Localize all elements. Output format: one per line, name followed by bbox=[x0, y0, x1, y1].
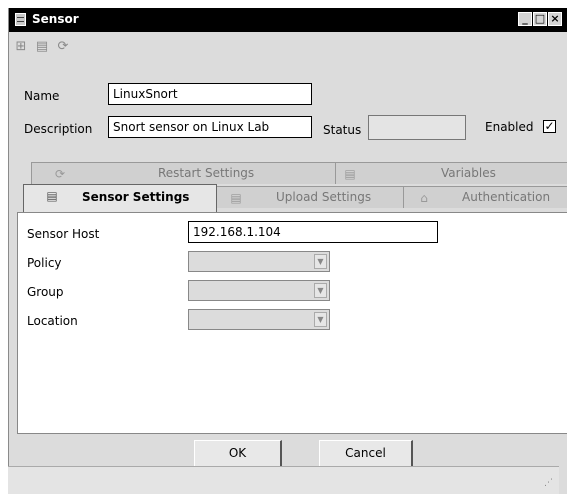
maximize-button[interactable]: □ bbox=[533, 12, 547, 26]
title-bar[interactable]: Sensor _ □ × bbox=[9, 8, 567, 32]
database-icon: ▤ bbox=[46, 189, 58, 203]
resize-grip-icon[interactable]: ⋰ bbox=[544, 479, 553, 488]
tab-label: Restart Settings bbox=[158, 166, 255, 180]
tab-authentication[interactable]: ⌂ Authentication bbox=[403, 186, 567, 208]
refresh-icon: ⟳ bbox=[54, 167, 66, 181]
enabled-checkbox[interactable]: ✓ bbox=[543, 120, 556, 133]
policy-select[interactable]: ▼ bbox=[188, 251, 330, 272]
link-sensor-icon[interactable]: ⊞ bbox=[14, 40, 28, 53]
location-label: Location bbox=[27, 314, 78, 328]
status-bar: ⋰ bbox=[8, 466, 559, 494]
name-field[interactable]: LinuxSnort bbox=[108, 83, 312, 105]
tab-sensor-settings[interactable]: ▤ Sensor Settings bbox=[23, 184, 217, 212]
chevron-down-icon[interactable]: ▼ bbox=[314, 312, 327, 327]
sensor-window: Sensor _ □ × ⊞ ▤ ⟳ Name LinuxSnort Descr… bbox=[8, 8, 567, 494]
description-field[interactable]: Snort sensor on Linux Lab bbox=[108, 116, 312, 138]
cancel-button[interactable]: Cancel bbox=[319, 440, 413, 468]
enabled-label: Enabled bbox=[485, 120, 534, 134]
name-label: Name bbox=[24, 89, 60, 103]
tab-upload-settings[interactable]: ▤ Upload Settings bbox=[209, 186, 407, 208]
lock-icon: ⌂ bbox=[420, 191, 428, 205]
ok-button[interactable]: OK bbox=[194, 440, 282, 468]
minimize-button[interactable]: _ bbox=[518, 12, 532, 26]
description-label: Description bbox=[24, 122, 93, 136]
window-icon bbox=[15, 13, 26, 26]
tab-label: Authentication bbox=[462, 190, 551, 204]
tab-label: Upload Settings bbox=[276, 190, 372, 204]
close-button[interactable]: × bbox=[548, 12, 562, 26]
save-icon[interactable]: ▤ bbox=[35, 40, 49, 53]
database-icon: ▤ bbox=[344, 167, 356, 181]
tab-restart-settings[interactable]: ⟳ Restart Settings bbox=[31, 162, 337, 184]
group-label: Group bbox=[27, 285, 64, 299]
group-select[interactable]: ▼ bbox=[188, 280, 330, 301]
sensor-host-label: Sensor Host bbox=[27, 227, 100, 241]
database-icon: ▤ bbox=[230, 191, 242, 205]
chevron-down-icon[interactable]: ▼ bbox=[314, 283, 327, 298]
chevron-down-icon[interactable]: ▼ bbox=[314, 254, 327, 269]
tab-label: Sensor Settings bbox=[82, 190, 190, 204]
location-select[interactable]: ▼ bbox=[188, 309, 330, 330]
policy-label: Policy bbox=[27, 256, 62, 270]
refresh-icon[interactable]: ⟳ bbox=[56, 40, 70, 53]
tab-label: Variables bbox=[441, 166, 496, 180]
window-title: Sensor bbox=[32, 12, 79, 26]
sensor-host-field[interactable]: 192.168.1.104 bbox=[188, 221, 438, 243]
tab-strip: ⟳ Restart Settings ▤ Variables ▤ Upload … bbox=[17, 162, 567, 212]
tab-variables[interactable]: ▤ Variables bbox=[335, 162, 567, 184]
status-label: Status bbox=[323, 123, 362, 137]
sensor-settings-panel: Sensor Host 192.168.1.104 Policy ▼ Group… bbox=[17, 212, 567, 434]
status-field bbox=[368, 115, 466, 140]
toolbar: ⊞ ▤ ⟳ bbox=[9, 32, 567, 60]
